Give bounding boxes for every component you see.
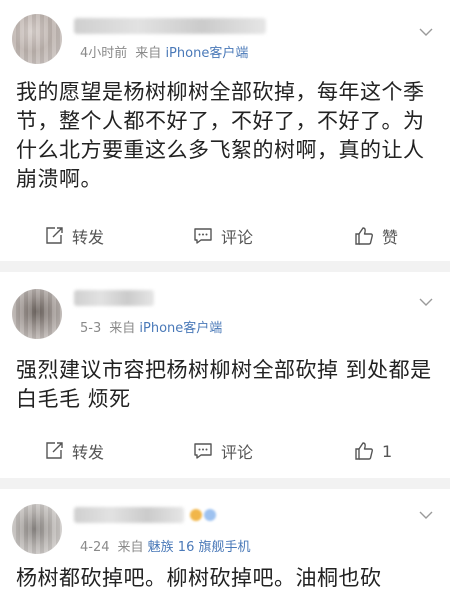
comment-button[interactable]: 评论	[193, 225, 253, 247]
repost-icon	[46, 227, 63, 244]
like-icon	[355, 442, 373, 460]
avatar[interactable]	[12, 14, 62, 64]
post-source[interactable]: iPhone客户端	[165, 46, 248, 61]
comment-button[interactable]: 评论	[193, 440, 253, 462]
source-prefix: 来自	[117, 540, 144, 555]
like-icon	[355, 227, 373, 245]
comment-icon	[194, 443, 212, 459]
comment-icon	[194, 228, 212, 244]
username-blurred[interactable]	[74, 290, 154, 306]
repost-button[interactable]: 转发	[44, 225, 104, 247]
post-source[interactable]: iPhone客户端	[139, 321, 222, 336]
chevron-down-icon[interactable]	[418, 507, 434, 523]
like-label: 赞	[382, 228, 399, 247]
comment-label: 评论	[221, 443, 254, 462]
weibo-comment-3: 4-24 来自 魅族 16 旗舰手机 杨树都砍掉吧。柳树砍掉吧。油桐也砍	[0, 489, 450, 594]
action-bar: 转发 评论 1	[0, 440, 450, 462]
action-bar: 转发 评论 赞	[0, 225, 450, 247]
post-text: 强烈建议市容把杨树柳树全部砍掉 到处都是白毛毛 烦死	[16, 358, 432, 411]
repost-label: 转发	[72, 443, 105, 462]
repost-label: 转发	[72, 228, 105, 247]
like-button[interactable]: 赞	[354, 225, 398, 247]
post-meta: 4小时前 来自 iPhone客户端	[80, 42, 248, 61]
post-time: 4小时前	[80, 46, 128, 61]
username-blurred[interactable]	[74, 18, 266, 34]
user-badges-blurred	[190, 506, 218, 524]
weibo-comment-2: 5-3 来自 iPhone客户端 强烈建议市容把杨树柳树全部砍掉 到处都是白毛毛 …	[0, 272, 450, 478]
chevron-down-icon[interactable]	[418, 24, 434, 40]
source-prefix: 来自	[135, 46, 162, 61]
username-blurred[interactable]	[74, 507, 184, 523]
source-prefix: 来自	[109, 321, 136, 336]
comment-label: 评论	[221, 228, 254, 247]
post-text: 我的愿望是杨树柳树全部砍掉，每年这个季节，整个人都不好了，不好了，不好了。为什么…	[16, 80, 425, 191]
weibo-comment-1: 4小时前 来自 iPhone客户端 我的愿望是杨树柳树全部砍掉，每年这个季节，整个…	[0, 0, 450, 261]
avatar[interactable]	[12, 289, 62, 339]
like-count: 1	[382, 441, 393, 461]
post-time: 5-3	[80, 321, 102, 336]
post-source[interactable]: 魅族 16 旗舰手机	[148, 540, 251, 555]
avatar[interactable]	[12, 504, 62, 554]
like-button[interactable]: 1	[354, 440, 392, 462]
post-text: 杨树都砍掉吧。柳树砍掉吧。油桐也砍	[16, 566, 382, 590]
post-time: 4-24	[80, 540, 110, 555]
repost-button[interactable]: 转发	[44, 440, 104, 462]
repost-icon	[46, 442, 63, 459]
post-meta: 4-24 来自 魅族 16 旗舰手机	[80, 536, 250, 555]
chevron-down-icon[interactable]	[418, 294, 434, 310]
post-meta: 5-3 来自 iPhone客户端	[80, 317, 222, 336]
